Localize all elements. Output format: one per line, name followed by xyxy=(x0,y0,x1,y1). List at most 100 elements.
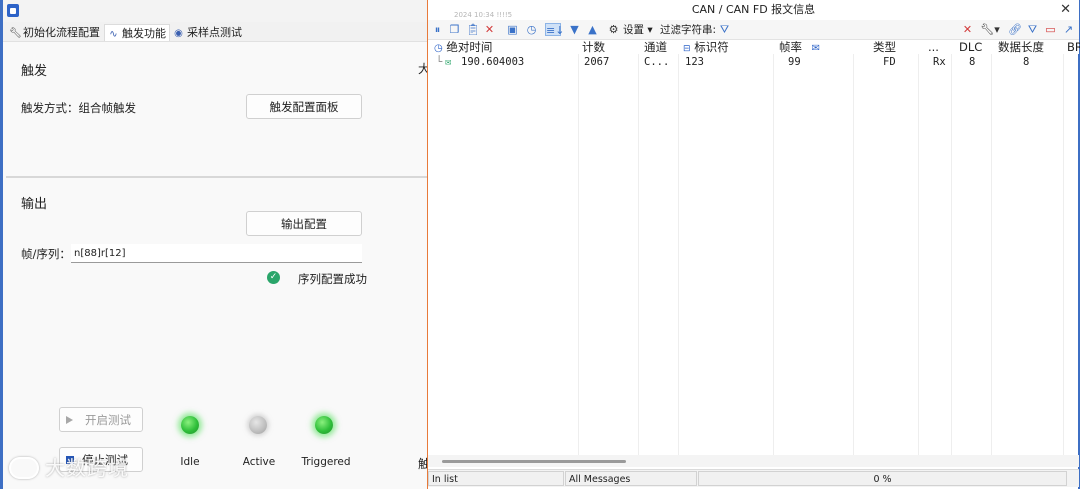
clock-icon: ◷ xyxy=(434,43,443,54)
tab-label: 触发功能 xyxy=(122,27,166,40)
trigger-section-title: 触发 xyxy=(21,64,48,79)
waveform-icon: ∿ xyxy=(109,29,118,40)
status-bar: In list All Messages 0 % xyxy=(428,469,1079,487)
output-config-button[interactable]: 输出配置 xyxy=(246,211,362,236)
col-identifier[interactable]: ⊟ 标识符 xyxy=(683,40,729,56)
cell-time: 190.604003 xyxy=(461,56,525,68)
column-separator xyxy=(1063,40,1064,455)
tab-label: 采样点测试 xyxy=(187,26,242,39)
config-panel: 🔧︎初始化流程配置 ∿ 触发功能 ◉ 采样点测试 触发 触发方式：组合帧触发 触发配… xyxy=(0,0,430,489)
tab-trigger-function[interactable]: ∿ 触发功能 xyxy=(104,24,170,41)
column-separator xyxy=(991,40,992,455)
link-icon[interactable]: 🔗︎ xyxy=(1008,23,1022,36)
display-icon[interactable]: ▣ xyxy=(506,23,519,36)
wrench-icon: 🔧︎ xyxy=(9,28,22,39)
col-label: 帧率 xyxy=(779,40,802,54)
filter-icon[interactable]: ⛛ xyxy=(718,23,731,36)
status-filter: All Messages xyxy=(565,471,697,486)
sequence-success-text: 序列配置成功 xyxy=(298,272,367,286)
filter-label: 过滤字符串: xyxy=(660,24,717,36)
message-icon: ✉ xyxy=(811,43,821,54)
clear-filter-icon[interactable]: ✕ xyxy=(961,23,974,36)
col-frame-rate[interactable]: 帧率 ✉ xyxy=(779,40,820,56)
column-separator xyxy=(638,40,639,455)
watermark: 大数跨境 xyxy=(9,452,129,481)
clock-icon[interactable]: ◷ xyxy=(525,23,538,36)
settings-label: 设置 xyxy=(623,24,644,36)
col-type[interactable]: 类型 xyxy=(873,40,896,54)
column-separator xyxy=(578,40,579,455)
active-indicator-label: Active xyxy=(242,456,276,468)
start-test-button[interactable]: 开启测试 xyxy=(59,407,143,432)
status-progress: 0 % xyxy=(698,471,1067,486)
col-absolute-time[interactable]: ◷ 绝对时间 xyxy=(434,40,492,56)
arrow-down-icon[interactable]: ▼ xyxy=(568,23,581,36)
triggered-indicator-label: Triggered xyxy=(301,456,351,468)
close-icon[interactable]: ✕ xyxy=(1060,2,1071,18)
tree-branch: └ xyxy=(436,56,443,68)
export-icon[interactable]: ↗ xyxy=(1062,23,1075,36)
table-header: ◷ 绝对时间 计数 通道 ⊟ 标识符 帧率 ✉ 类型 ... DLC 数据长度 … xyxy=(428,40,1080,56)
status-in-list: In list xyxy=(428,471,564,486)
tab-bar: 🔧︎初始化流程配置 ∿ 触发功能 ◉ 采样点测试 xyxy=(3,22,427,42)
copy-icon[interactable]: ❐ xyxy=(448,23,461,36)
output-section-title: 输出 xyxy=(21,197,48,212)
idle-indicator-label: Idle xyxy=(180,456,200,468)
app-icon xyxy=(7,4,19,17)
trigger-config-panel-button[interactable]: 触发配置面板 xyxy=(246,94,362,119)
cell-type: FD xyxy=(883,56,896,68)
column-separator xyxy=(853,40,854,455)
left-titlebar xyxy=(3,0,427,22)
window-titlebar: 2024 10:34 !!!!5 CAN / CAN FD 报文信息 ✕ xyxy=(428,0,1079,20)
col-dlc[interactable]: DLC xyxy=(959,40,982,54)
horizontal-scrollbar[interactable] xyxy=(428,455,1079,467)
scrollbar-thumb[interactable] xyxy=(442,460,626,463)
funnel-icon[interactable]: ⛛ xyxy=(1026,23,1039,36)
clear-icon[interactable]: ✕ xyxy=(483,23,496,36)
col-label: 绝对时间 xyxy=(446,40,493,54)
cell-direction: Rx xyxy=(933,56,946,68)
arrow-up-icon[interactable]: ▲ xyxy=(586,23,599,36)
settings-menu[interactable]: 设置 ▾ xyxy=(623,23,653,37)
col-channel[interactable]: 通道 xyxy=(644,40,667,54)
column-separator xyxy=(951,40,952,455)
window-title: CAN / CAN FD 报文信息 xyxy=(691,3,816,16)
trigger-mode-label: 触发方式：组合帧触发 xyxy=(21,101,136,115)
tab-label: 初始化流程配置 xyxy=(23,26,100,39)
message-window: 2024 10:34 !!!!5 CAN / CAN FD 报文信息 ✕ ⏸︎ … xyxy=(427,0,1080,489)
tab-sample-point-test[interactable]: ◉ 采样点测试 xyxy=(173,24,242,41)
check-circle-icon: ✓ xyxy=(267,271,280,284)
clipboard-icon[interactable]: 📋︎ xyxy=(466,23,480,36)
tab-init-flow-config[interactable]: 🔧︎初始化流程配置 xyxy=(9,24,100,41)
column-separator xyxy=(773,40,774,455)
active-indicator-led xyxy=(249,416,267,434)
wrench-menu-icon[interactable]: 🔧︎▾ xyxy=(980,23,1000,36)
triggered-indicator-led xyxy=(315,416,333,434)
start-test-label: 开启测试 xyxy=(85,412,131,427)
table-row[interactable]: └ ✉ 190.604003 2067 C... 123 99 FD Rx 8 … xyxy=(428,55,1079,69)
target-icon: ◉ xyxy=(174,28,183,39)
column-separator xyxy=(678,40,679,455)
cell-frame-rate: 99 xyxy=(788,56,801,68)
cell-dlc: 8 xyxy=(969,56,976,68)
sequence-label: 帧/序列： xyxy=(21,247,71,261)
play-icon xyxy=(66,415,73,424)
col-label: 标识符 xyxy=(694,40,729,54)
col-direction[interactable]: ... xyxy=(928,40,939,54)
sequence-input[interactable] xyxy=(71,244,362,263)
window-icon[interactable]: ▭ xyxy=(1044,23,1057,36)
col-data-length[interactable]: 数据长度 xyxy=(998,40,1044,54)
col-count[interactable]: 计数 xyxy=(582,40,605,54)
watermark-text: 大数跨境 xyxy=(45,456,129,480)
gear-icon[interactable]: ⚙︎ xyxy=(607,23,620,36)
cell-data-length: 8 xyxy=(1023,56,1030,68)
sort-icon[interactable]: ≡↓ xyxy=(545,23,564,37)
cell-count: 2067 xyxy=(584,56,610,68)
message-icon: ✉ xyxy=(445,56,452,68)
pause-icon[interactable]: ⏸︎ xyxy=(431,23,444,36)
idle-indicator-led xyxy=(181,416,199,434)
watermark-logo xyxy=(9,457,39,479)
cell-identifier: 123 xyxy=(685,56,704,68)
column-separator xyxy=(918,40,919,455)
col-br[interactable]: BR xyxy=(1067,40,1080,54)
